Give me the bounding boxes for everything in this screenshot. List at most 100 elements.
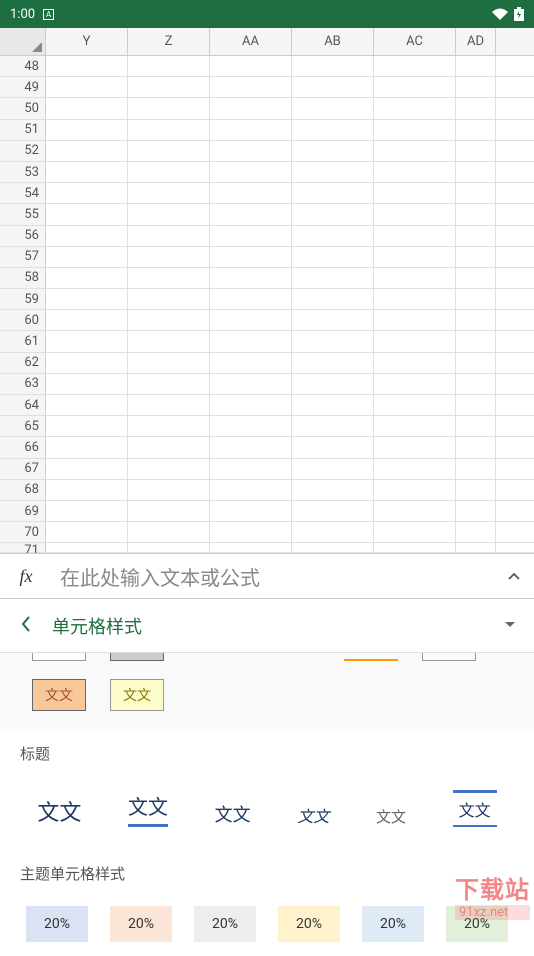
cell[interactable] bbox=[456, 204, 496, 224]
cell[interactable] bbox=[128, 437, 210, 457]
col-header[interactable]: AD bbox=[456, 28, 496, 55]
cell[interactable] bbox=[128, 522, 210, 542]
select-all-corner[interactable] bbox=[0, 28, 46, 55]
row-header[interactable]: 69 bbox=[0, 501, 46, 521]
cell[interactable] bbox=[210, 77, 292, 97]
cell[interactable] bbox=[456, 395, 496, 415]
cell[interactable] bbox=[292, 459, 374, 479]
cell[interactable] bbox=[128, 226, 210, 246]
row-header[interactable]: 71 bbox=[0, 543, 46, 552]
row-header[interactable]: 61 bbox=[0, 331, 46, 351]
heading-style-2[interactable]: 文文 bbox=[128, 791, 168, 827]
col-header[interactable]: AB bbox=[292, 28, 374, 55]
cell[interactable] bbox=[46, 310, 128, 330]
cell[interactable] bbox=[128, 141, 210, 161]
row-header[interactable]: 66 bbox=[0, 437, 46, 457]
row-header[interactable]: 49 bbox=[0, 77, 46, 97]
cell[interactable] bbox=[210, 162, 292, 182]
cell[interactable] bbox=[456, 247, 496, 267]
cell[interactable] bbox=[374, 56, 456, 76]
cell[interactable] bbox=[210, 310, 292, 330]
theme-swatch-6[interactable]: 20% bbox=[446, 906, 508, 942]
cell[interactable] bbox=[210, 459, 292, 479]
cell[interactable] bbox=[210, 120, 292, 140]
cell[interactable] bbox=[456, 98, 496, 118]
cell[interactable] bbox=[128, 120, 210, 140]
cell[interactable] bbox=[46, 374, 128, 394]
row-header[interactable]: 56 bbox=[0, 226, 46, 246]
row-header[interactable]: 50 bbox=[0, 98, 46, 118]
cell[interactable] bbox=[292, 395, 374, 415]
cell[interactable] bbox=[292, 120, 374, 140]
col-header[interactable]: AA bbox=[210, 28, 292, 55]
cell[interactable] bbox=[128, 353, 210, 373]
cell[interactable] bbox=[128, 204, 210, 224]
cell[interactable] bbox=[456, 120, 496, 140]
cell[interactable] bbox=[128, 501, 210, 521]
cell[interactable] bbox=[46, 56, 128, 76]
cell[interactable] bbox=[292, 204, 374, 224]
cell[interactable] bbox=[292, 353, 374, 373]
cell[interactable] bbox=[46, 437, 128, 457]
cell[interactable] bbox=[46, 247, 128, 267]
cell[interactable] bbox=[210, 480, 292, 500]
dropdown-button[interactable] bbox=[486, 619, 534, 633]
cell[interactable] bbox=[456, 162, 496, 182]
cell[interactable] bbox=[456, 268, 496, 288]
row-header[interactable]: 52 bbox=[0, 141, 46, 161]
cell[interactable] bbox=[210, 331, 292, 351]
cell[interactable] bbox=[456, 522, 496, 542]
formula-input[interactable]: 在此处输入文本或公式 bbox=[52, 562, 494, 591]
cell[interactable] bbox=[292, 268, 374, 288]
cell[interactable] bbox=[292, 480, 374, 500]
cell[interactable] bbox=[456, 56, 496, 76]
cell[interactable] bbox=[128, 247, 210, 267]
cell[interactable] bbox=[374, 501, 456, 521]
cell[interactable] bbox=[128, 310, 210, 330]
row-header[interactable]: 55 bbox=[0, 204, 46, 224]
heading-style-5[interactable]: 文文 bbox=[376, 806, 406, 827]
row-header[interactable]: 62 bbox=[0, 353, 46, 373]
cell[interactable] bbox=[128, 459, 210, 479]
cell[interactable] bbox=[128, 98, 210, 118]
cell[interactable] bbox=[210, 374, 292, 394]
cell[interactable] bbox=[292, 56, 374, 76]
row-header[interactable]: 48 bbox=[0, 56, 46, 76]
expand-icon[interactable] bbox=[494, 567, 534, 586]
cell[interactable] bbox=[374, 459, 456, 479]
row-header[interactable]: 63 bbox=[0, 374, 46, 394]
sheet-body[interactable]: 48 49 50 51 52 53 54 55 56 57 58 59 60 6… bbox=[0, 56, 534, 553]
cell[interactable] bbox=[456, 480, 496, 500]
cell[interactable] bbox=[210, 522, 292, 542]
cell[interactable] bbox=[292, 416, 374, 436]
row-header[interactable]: 64 bbox=[0, 395, 46, 415]
cell[interactable] bbox=[456, 374, 496, 394]
row-header[interactable]: 53 bbox=[0, 162, 46, 182]
theme-swatch-1[interactable]: 20% bbox=[26, 906, 88, 942]
cell[interactable] bbox=[374, 141, 456, 161]
style-swatch-partial[interactable] bbox=[110, 653, 164, 661]
cell[interactable] bbox=[46, 226, 128, 246]
cell[interactable] bbox=[456, 501, 496, 521]
cell[interactable] bbox=[210, 289, 292, 309]
cell[interactable] bbox=[128, 331, 210, 351]
heading-style-1[interactable]: 文文 bbox=[37, 795, 81, 827]
row-header[interactable]: 68 bbox=[0, 480, 46, 500]
cell[interactable] bbox=[374, 120, 456, 140]
cell[interactable] bbox=[374, 522, 456, 542]
cell[interactable] bbox=[292, 183, 374, 203]
cell[interactable] bbox=[374, 374, 456, 394]
cell[interactable] bbox=[374, 268, 456, 288]
cell[interactable] bbox=[46, 331, 128, 351]
cell[interactable] bbox=[128, 77, 210, 97]
cell[interactable] bbox=[46, 459, 128, 479]
cell[interactable] bbox=[292, 77, 374, 97]
style-panel[interactable]: 文文 文文 bbox=[0, 653, 534, 729]
cell[interactable] bbox=[128, 162, 210, 182]
cell[interactable] bbox=[374, 162, 456, 182]
theme-swatch-4[interactable]: 20% bbox=[278, 906, 340, 942]
cell[interactable] bbox=[292, 310, 374, 330]
row-header[interactable]: 67 bbox=[0, 459, 46, 479]
cell[interactable] bbox=[374, 437, 456, 457]
col-header[interactable]: AC bbox=[374, 28, 456, 55]
